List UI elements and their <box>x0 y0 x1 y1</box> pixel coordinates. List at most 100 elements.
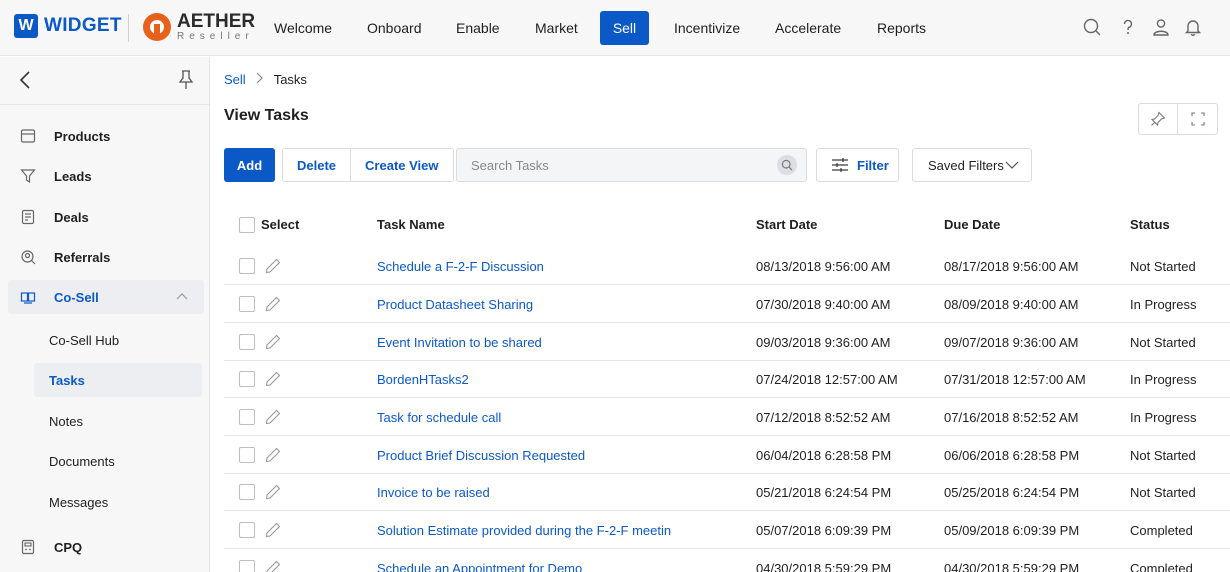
nav-item-reports[interactable]: Reports <box>867 11 936 45</box>
aether-logo[interactable]: AETHER Reseller <box>143 12 255 42</box>
due-date-cell: 05/25/2018 6:24:54 PM <box>944 485 1080 500</box>
task-name-link[interactable]: Product Datasheet Sharing <box>377 297 533 312</box>
row-checkbox[interactable] <box>239 560 255 572</box>
table-row[interactable]: Solution Estimate provided during the F-… <box>224 511 1230 549</box>
row-checkbox[interactable] <box>239 258 255 274</box>
due-date-cell: 07/16/2018 8:52:52 AM <box>944 410 1079 425</box>
column-header-status[interactable]: Status <box>1130 217 1170 232</box>
aether-logo-wordmark: AETHER Reseller <box>177 12 255 42</box>
nav-item-enable[interactable]: Enable <box>446 11 510 45</box>
table-row[interactable]: Invoice to be raised 05/21/2018 6:24:54 P… <box>224 473 1230 511</box>
table-row[interactable]: Schedule a F-2-F Discussion 08/13/2018 9:… <box>224 247 1230 285</box>
search-icon[interactable] <box>777 155 797 175</box>
sidebar-item-label: Products <box>54 128 111 144</box>
filter-button[interactable]: Filter <box>816 148 899 182</box>
nav-item-accelerate[interactable]: Accelerate <box>765 11 851 45</box>
start-date-cell: 05/07/2018 6:09:39 PM <box>756 523 892 538</box>
nav-item-incentivize[interactable]: Incentivize <box>664 11 750 45</box>
chevron-right-icon <box>256 72 264 87</box>
nav-item-market[interactable]: Market <box>525 11 588 45</box>
start-date-cell: 04/30/2018 5:59:29 PM <box>756 561 892 572</box>
search-input[interactable] <box>457 149 767 181</box>
pin-icon[interactable] <box>178 69 194 94</box>
table-row[interactable]: Product Datasheet Sharing 07/30/2018 9:40… <box>224 285 1230 323</box>
search-icon[interactable] <box>1079 14 1105 40</box>
sidebar-item-label: Co-Sell <box>54 289 99 305</box>
row-checkbox[interactable] <box>239 409 255 425</box>
task-name-link[interactable]: BordenHTasks2 <box>377 372 469 387</box>
collapse-sidebar-icon[interactable] <box>16 69 34 94</box>
sidebar-subitem-notes[interactable]: Notes <box>34 404 202 438</box>
row-checkbox[interactable] <box>239 522 255 538</box>
leads-icon <box>20 169 36 184</box>
edit-pencil-icon[interactable] <box>264 257 282 275</box>
task-name-link[interactable]: Event Invitation to be shared <box>377 335 542 350</box>
sidebar-item-leads[interactable]: Leads <box>0 159 209 193</box>
edit-pencil-icon[interactable] <box>264 370 282 388</box>
sidebar-item-deals[interactable]: Deals <box>0 200 209 234</box>
column-header-start-date[interactable]: Start Date <box>756 217 817 232</box>
filter-button-label: Filter <box>857 157 889 173</box>
sidebar-item-label: Referrals <box>54 249 111 265</box>
sidebar-subitem-co-sell-hub[interactable]: Co-Sell Hub <box>34 323 202 357</box>
widget-logo-mark: W <box>14 14 38 38</box>
task-name-link[interactable]: Product Brief Discussion Requested <box>377 448 585 463</box>
sidebar-item-referrals[interactable]: Referrals <box>0 240 209 274</box>
edit-pencil-icon[interactable] <box>264 446 282 464</box>
sidebar-item-co-sell[interactable]: Co-Sell <box>8 280 204 314</box>
column-header-due-date[interactable]: Due Date <box>944 217 1000 232</box>
nav-item-sell[interactable]: Sell <box>600 11 649 45</box>
row-checkbox[interactable] <box>239 334 255 350</box>
row-checkbox[interactable] <box>239 296 255 312</box>
row-checkbox[interactable] <box>239 371 255 387</box>
breadcrumb: Sell Tasks <box>224 72 307 87</box>
sidebar-subitem-messages[interactable]: Messages <box>34 485 202 519</box>
table-row[interactable]: BordenHTasks2 07/24/2018 12:57:00 AM 07/31… <box>224 360 1230 398</box>
help-icon[interactable] <box>1115 14 1141 40</box>
widget-logo-text: WIDGET <box>44 15 122 36</box>
table-row[interactable]: Task for schedule call 07/12/2018 8:52:52… <box>224 398 1230 436</box>
bell-icon[interactable] <box>1180 14 1206 40</box>
task-name-link[interactable]: Schedule a F-2-F Discussion <box>377 259 544 274</box>
fullscreen-icon[interactable] <box>1178 104 1217 134</box>
edit-pencil-icon[interactable] <box>264 521 282 539</box>
due-date-cell: 06/06/2018 6:28:58 PM <box>944 448 1080 463</box>
sidebar-item-cpq[interactable]: CPQ <box>0 530 209 564</box>
select-all-checkbox[interactable] <box>239 217 255 233</box>
status-cell: Completed <box>1130 561 1193 572</box>
status-cell: In Progress <box>1130 410 1197 425</box>
sidebar-header <box>0 57 209 105</box>
edit-pencil-icon[interactable] <box>264 408 282 426</box>
edit-pencil-icon[interactable] <box>264 559 282 572</box>
column-header-select: Select <box>261 217 300 232</box>
row-checkbox[interactable] <box>239 447 255 463</box>
table-row[interactable]: Product Brief Discussion Requested 06/04/… <box>224 436 1230 474</box>
saved-filters-dropdown[interactable]: Saved Filters <box>912 148 1032 182</box>
column-header-task-name[interactable]: Task Name <box>377 217 445 232</box>
add-button[interactable]: Add <box>224 148 275 182</box>
table-row[interactable]: Event Invitation to be shared 09/03/2018 … <box>224 323 1230 361</box>
logo-divider <box>128 14 129 42</box>
table-row[interactable]: Schedule an Appointment for Demo 04/30/20… <box>224 549 1230 572</box>
due-date-cell: 05/09/2018 6:09:39 PM <box>944 523 1080 538</box>
pin-view-icon[interactable] <box>1139 104 1179 134</box>
task-name-link[interactable]: Invoice to be raised <box>377 485 490 500</box>
edit-pencil-icon[interactable] <box>264 333 282 351</box>
task-name-link[interactable]: Task for schedule call <box>377 410 501 425</box>
edit-pencil-icon[interactable] <box>264 295 282 313</box>
user-icon[interactable] <box>1148 14 1174 40</box>
task-name-link[interactable]: Solution Estimate provided during the F-… <box>377 523 671 538</box>
sidebar-subitem-tasks[interactable]: Tasks <box>34 363 202 397</box>
row-checkbox[interactable] <box>239 484 255 500</box>
sidebar-subitem-documents[interactable]: Documents <box>34 444 202 478</box>
sidebar-item-products[interactable]: Products <box>0 119 209 153</box>
top-nav-bar: W WIDGET AETHER Reseller Welcome Onboard… <box>0 0 1230 56</box>
edit-pencil-icon[interactable] <box>264 483 282 501</box>
create-view-button[interactable]: Create View <box>351 149 452 181</box>
nav-item-onboard[interactable]: Onboard <box>357 11 431 45</box>
task-name-link[interactable]: Schedule an Appointment for Demo <box>377 561 582 572</box>
delete-button[interactable]: Delete <box>283 149 352 181</box>
breadcrumb-sell-link[interactable]: Sell <box>224 72 246 87</box>
nav-item-welcome[interactable]: Welcome <box>264 11 342 45</box>
widget-logo[interactable]: W WIDGET <box>14 14 122 38</box>
